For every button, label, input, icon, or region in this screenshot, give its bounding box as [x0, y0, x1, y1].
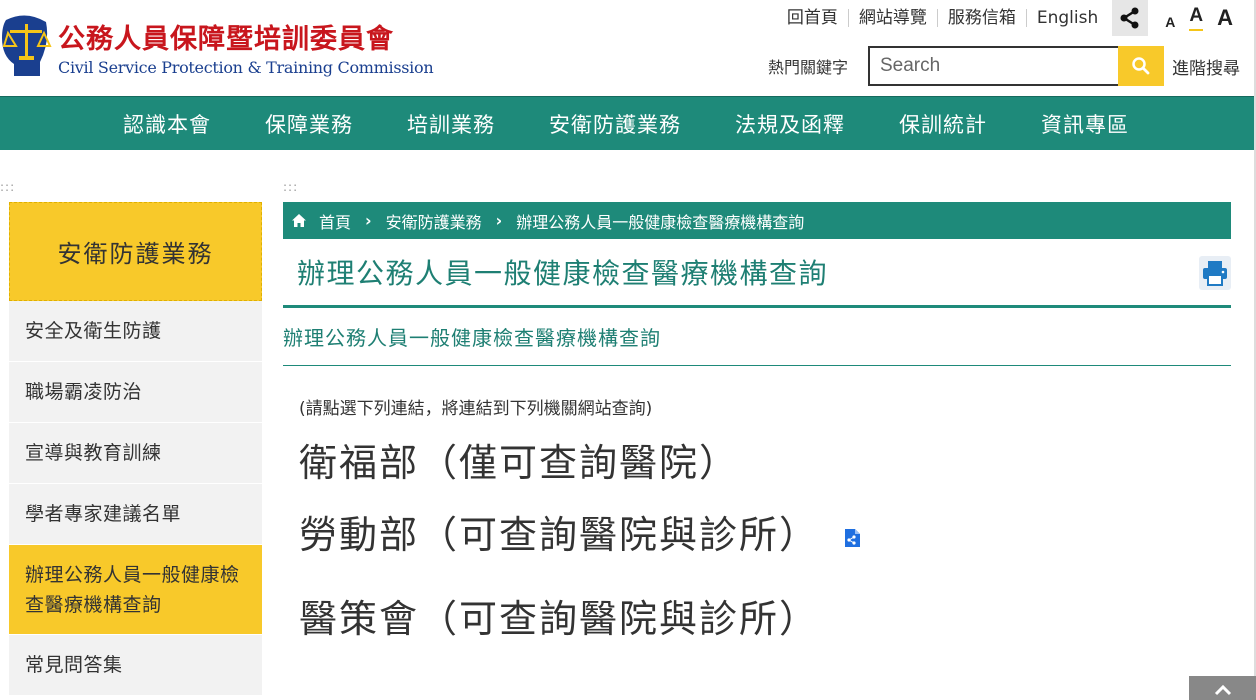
sitemap-link[interactable]: 網站導覽	[849, 9, 938, 27]
mol-link[interactable]: 勞動部（可查詢醫院與診所）	[299, 504, 861, 559]
sidebar-item-education[interactable]: 宣導與教育訓練	[9, 423, 262, 484]
font-size-medium-button[interactable]: A	[1189, 6, 1204, 31]
external-link-icon	[845, 528, 861, 547]
logo-title-en: Civil Service Protection & Training Comm…	[58, 58, 434, 77]
sidebar-item-health-check[interactable]: 辦理公務人員一般健康檢查醫療機構查詢	[9, 545, 262, 635]
search-button[interactable]	[1118, 46, 1164, 86]
breadcrumb: 首頁 › 安衛防護業務 › 辦理公務人員一般健康檢查醫療機構查詢	[283, 202, 1231, 239]
sidebar-item-faq[interactable]: 常見問答集	[9, 635, 262, 696]
share-icon	[1120, 7, 1139, 29]
site-header: 公務人員保障暨培訓委員會 Civil Service Protection & …	[0, 0, 1256, 96]
page-title-row: 辦理公務人員一般健康檢查醫療機構查詢	[283, 239, 1231, 308]
sidebar-item-bullying[interactable]: 職場霸凌防治	[9, 362, 262, 423]
sidebar-item-safety-health[interactable]: 安全及衛生防護	[9, 301, 262, 362]
nav-item-protection[interactable]: 保障業務	[238, 109, 380, 139]
sidebar-item-experts[interactable]: 學者專家建議名單	[9, 484, 262, 545]
breadcrumb-separator-icon: ›	[495, 211, 503, 230]
share-button[interactable]	[1112, 0, 1149, 36]
chevron-up-icon	[1214, 684, 1231, 696]
sidebar-title: 安衛防護業務	[9, 202, 262, 301]
main-content: 首頁 › 安衛防護業務 › 辦理公務人員一般健康檢查醫療機構查詢 辦理公務人員一…	[283, 202, 1231, 641]
font-size-large-button[interactable]: A	[1217, 7, 1233, 29]
font-size-switcher: A A A	[1158, 3, 1240, 33]
page-title: 辦理公務人員一般健康檢查醫療機構查詢	[297, 257, 829, 290]
back-to-top-button[interactable]	[1189, 676, 1256, 700]
jct-link[interactable]: 醫策會（可查詢醫院與診所）	[299, 588, 819, 643]
home-icon[interactable]	[291, 213, 307, 228]
utility-links: 回首頁 網站導覽 服務信箱 English A A A	[777, 0, 1256, 36]
hot-keywords-label[interactable]: 熱門關鍵字	[768, 54, 848, 78]
breadcrumb-current: 辦理公務人員一般健康檢查醫療機構查詢	[516, 212, 805, 232]
home-link[interactable]: 回首頁	[777, 9, 849, 27]
mailbox-link[interactable]: 服務信箱	[938, 9, 1027, 27]
nav-item-statistics[interactable]: 保訓統計	[872, 109, 1014, 139]
mohw-link-text[interactable]: 衛福部（僅可查詢醫院）	[299, 441, 739, 485]
nav-item-about[interactable]: 認識本會	[96, 109, 238, 139]
instruction-text: (請點選下列連結，將連結到下列機關網站查詢)	[299, 399, 653, 419]
breadcrumb-safety[interactable]: 安衛防護業務	[386, 209, 482, 233]
search-icon	[1132, 57, 1150, 75]
logo-text: 公務人員保障暨培訓委員會 Civil Service Protection & …	[58, 12, 434, 78]
mohw-link[interactable]: 衛福部（僅可查詢醫院）	[299, 432, 739, 487]
accesskey-marker-left[interactable]: :::	[0, 180, 15, 194]
sidebar: 安衛防護業務 安全及衛生防護 職場霸凌防治 宣導與教育訓練 學者專家建議名單 辦…	[9, 202, 262, 696]
accesskey-marker-main[interactable]: :::	[283, 180, 298, 194]
nav-item-info[interactable]: 資訊專區	[1014, 109, 1156, 139]
scales-logo-icon	[0, 12, 52, 78]
nav-item-training[interactable]: 培訓業務	[380, 109, 522, 139]
advanced-search-link[interactable]: 進階搜尋	[1172, 54, 1240, 79]
logo-title-zh: 公務人員保障暨培訓委員會	[58, 24, 394, 55]
font-size-small-button[interactable]: A	[1165, 15, 1175, 29]
search-bar: 熱門關鍵字 進階搜尋	[768, 46, 1240, 86]
jct-link-text[interactable]: 醫策會（可查詢醫院與診所）	[299, 597, 819, 641]
english-link[interactable]: English	[1027, 9, 1108, 27]
mol-link-text[interactable]: 勞動部（可查詢醫院與診所）	[299, 513, 819, 557]
breadcrumb-home[interactable]: 首頁	[319, 209, 351, 233]
breadcrumb-separator-icon: ›	[365, 211, 372, 230]
content-subtitle: 辦理公務人員一般健康檢查醫療機構查詢	[283, 308, 1231, 366]
printer-icon	[1199, 256, 1231, 290]
search-input[interactable]	[868, 46, 1118, 86]
print-button[interactable]	[1199, 256, 1231, 290]
site-logo[interactable]: 公務人員保障暨培訓委員會 Civil Service Protection & …	[0, 12, 434, 78]
nav-item-safety[interactable]: 安衛防護業務	[522, 109, 708, 139]
nav-item-regulations[interactable]: 法規及函釋	[708, 109, 872, 139]
main-nav: 認識本會 保障業務 培訓業務 安衛防護業務 法規及函釋 保訓統計 資訊專區	[0, 96, 1256, 150]
